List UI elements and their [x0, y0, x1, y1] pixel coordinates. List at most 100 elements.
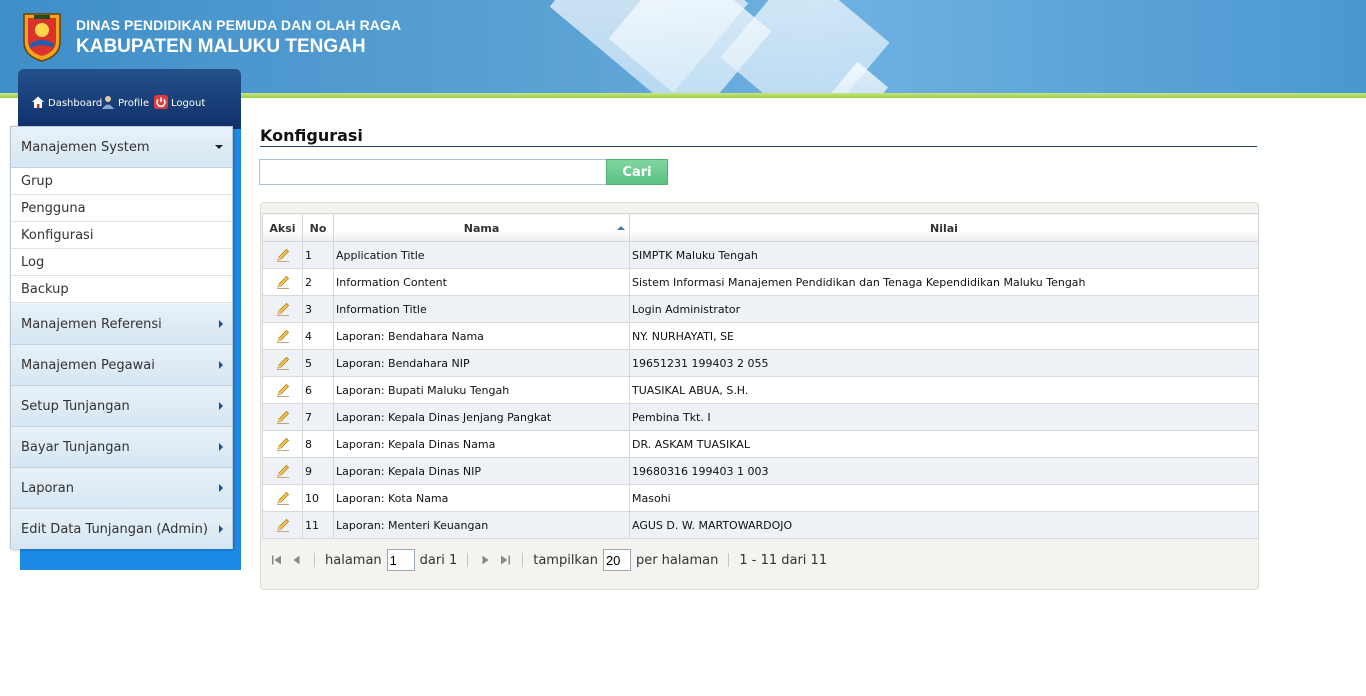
sidebar-item-label: Backup	[21, 281, 69, 297]
menu-bayar-tunjangan[interactable]: Bayar Tunjangan	[11, 427, 232, 468]
nama-cell: Laporan: Menteri Keuangan	[333, 511, 630, 539]
profile-label: Profile	[118, 98, 150, 109]
row-number-cell: 6	[302, 376, 334, 404]
nilai-cell: Sistem Informasi Manajemen Pendidikan da…	[629, 268, 1259, 296]
page-number-input[interactable]	[386, 549, 415, 571]
nama-cell: Information Content	[333, 268, 630, 296]
app-root: DINAS PENDIDIKAN PEMUDA DAN OLAH RAGA KA…	[0, 0, 1366, 696]
edit-action-cell[interactable]	[262, 349, 303, 377]
sidebar-item-grup[interactable]: Grup	[11, 168, 232, 195]
row-number-cell: 11	[302, 511, 334, 539]
config-table: Aksi No Nama Nilai 1 Application Title SIM…	[262, 213, 1259, 539]
table-row[interactable]: 4 Laporan: Bendahara Nama NY. NURHAYATI, S…	[262, 322, 1259, 350]
edit-action-cell[interactable]	[262, 430, 303, 458]
nama-cell: Laporan: Kota Nama	[333, 484, 630, 512]
nama-cell: Laporan: Bupati Maluku Tengah	[333, 376, 630, 404]
chevron-right-icon	[219, 443, 223, 451]
first-page-button[interactable]	[270, 553, 284, 567]
table-row[interactable]: 2 Information Content Sistem Informasi Man…	[262, 268, 1259, 296]
row-number-cell: 10	[302, 484, 334, 512]
pager-separator	[522, 553, 524, 567]
sidebar-item-label: Konfigurasi	[21, 227, 94, 243]
menu-label: Manajemen Referensi	[21, 316, 162, 332]
edit-action-cell[interactable]	[262, 322, 303, 350]
edit-icon	[276, 410, 289, 424]
sort-ascending-icon	[617, 226, 625, 230]
edit-icon	[276, 464, 289, 478]
nilai-cell: Login Administrator	[629, 295, 1259, 323]
last-page-button[interactable]	[498, 553, 512, 567]
table-row[interactable]: 1 Application Title SIMPTK Maluku Tengah	[262, 241, 1259, 269]
edit-icon	[276, 437, 289, 451]
edit-action-cell[interactable]	[262, 511, 303, 539]
pagination-bar: halaman dari 1 tampilkan per halaman 1 -…	[270, 549, 827, 571]
column-header-label: Nama	[463, 222, 500, 235]
edit-icon	[276, 356, 289, 370]
edit-action-cell[interactable]	[262, 457, 303, 485]
previous-page-button[interactable]	[290, 553, 304, 567]
menu-edit-data-tunjangan[interactable]: Edit Data Tunjangan (Admin)	[11, 509, 232, 549]
table-row[interactable]: 9 Laporan: Kepala Dinas NIP 19680316 19940…	[262, 457, 1259, 485]
next-page-icon	[482, 555, 489, 565]
column-header-nilai[interactable]: Nilai	[629, 213, 1259, 242]
edit-action-cell[interactable]	[262, 403, 303, 431]
nilai-cell: TUASIKAL ABUA, S.H.	[629, 376, 1259, 404]
power-icon	[154, 95, 168, 109]
nilai-cell: 19680316 199403 1 003	[629, 457, 1259, 485]
chevron-right-icon	[219, 361, 223, 369]
menu-manajemen-referensi[interactable]: Manajemen Referensi	[11, 304, 232, 345]
sidebar-item-log[interactable]: Log	[11, 249, 232, 276]
table-row[interactable]: 7 Laporan: Kepala Dinas Jenjang Pangkat Pe…	[262, 403, 1259, 431]
menu-manajemen-system[interactable]: Manajemen System	[11, 127, 232, 168]
logout-link[interactable]: Logout	[154, 95, 205, 109]
table-row[interactable]: 5 Laporan: Bendahara NIP 19651231 199403 2…	[262, 349, 1259, 377]
sidebar-item-pengguna[interactable]: Pengguna	[11, 195, 232, 222]
pager-separator	[314, 553, 315, 567]
pager-separator	[467, 553, 469, 567]
column-header-no[interactable]: No	[302, 213, 334, 242]
chevron-right-icon	[219, 320, 223, 328]
pager-separator	[728, 553, 730, 567]
menu-manajemen-pegawai[interactable]: Manajemen Pegawai	[11, 345, 232, 386]
search-input[interactable]	[259, 159, 607, 185]
table-row[interactable]: 6 Laporan: Bupati Maluku Tengah TUASIKAL A…	[262, 376, 1259, 404]
table-row[interactable]: 8 Laporan: Kepala Dinas Nama DR. ASKAM TUA…	[262, 430, 1259, 458]
edit-action-cell[interactable]	[262, 268, 303, 296]
edit-action-cell[interactable]	[262, 376, 303, 404]
per-page-input[interactable]	[602, 549, 631, 571]
table-row[interactable]: 10 Laporan: Kota Nama Masohi	[262, 484, 1259, 512]
column-header-nama[interactable]: Nama	[333, 213, 630, 242]
menu-laporan[interactable]: Laporan	[11, 468, 232, 509]
edit-icon	[276, 491, 289, 505]
edit-action-cell[interactable]	[262, 484, 303, 512]
nama-cell: Laporan: Kepala Dinas Nama	[333, 430, 630, 458]
next-page-button[interactable]	[478, 553, 492, 567]
menu-label: Laporan	[21, 480, 74, 496]
edit-action-cell[interactable]	[262, 295, 303, 323]
nilai-cell: DR. ASKAM TUASIKAL	[629, 430, 1259, 458]
dashboard-link[interactable]: Dashboard	[31, 95, 102, 109]
sidebar-item-konfigurasi[interactable]: Konfigurasi	[11, 222, 232, 249]
search-button[interactable]: Cari	[606, 159, 668, 185]
page-label: halaman	[325, 552, 382, 568]
sidebar-item-backup[interactable]: Backup	[11, 276, 232, 303]
edit-icon	[276, 518, 289, 532]
chevron-right-icon	[219, 402, 223, 410]
pager-summary: 1 - 11 dari 11	[739, 552, 828, 568]
page-title: Konfigurasi	[260, 126, 363, 145]
menu-label: Setup Tunjangan	[21, 398, 130, 414]
table-row[interactable]: 3 Information Title Login Administrator	[262, 295, 1259, 323]
nama-cell: Application Title	[333, 241, 630, 269]
menu-setup-tunjangan[interactable]: Setup Tunjangan	[11, 386, 232, 427]
edit-icon	[276, 302, 289, 316]
chevron-down-icon	[215, 145, 223, 149]
menu-label: Manajemen Pegawai	[21, 357, 155, 373]
profile-link[interactable]: Profile	[101, 95, 149, 109]
nama-cell: Laporan: Bendahara NIP	[333, 349, 630, 377]
row-number-cell: 3	[302, 295, 334, 323]
edit-action-cell[interactable]	[262, 241, 303, 269]
first-page-icon	[272, 555, 281, 565]
nilai-cell: NY. NURHAYATI, SE	[629, 322, 1259, 350]
table-row[interactable]: 11 Laporan: Menteri Keuangan AGUS D. W. MA…	[262, 511, 1259, 539]
row-number-cell: 4	[302, 322, 334, 350]
